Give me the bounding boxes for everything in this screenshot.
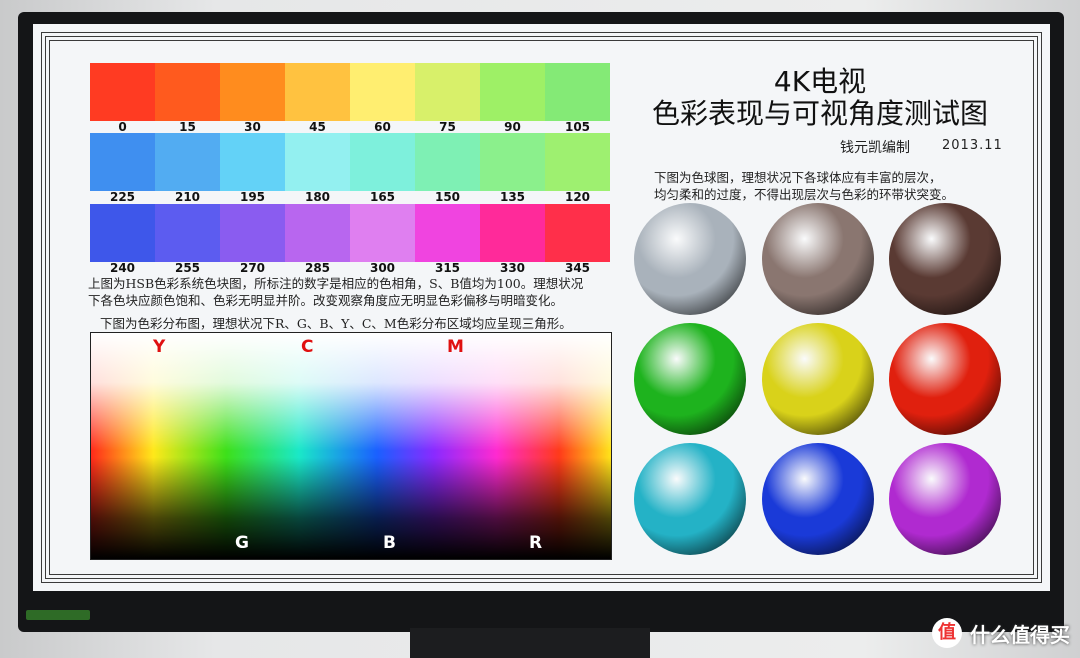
hue-label: 225	[109, 190, 136, 204]
hue-labels-2: 225 210 195 180 165 150 135 120	[90, 190, 610, 204]
date: 2013.11	[942, 138, 1003, 153]
author: 钱元凯编制	[840, 140, 910, 156]
hue-label: 90	[504, 120, 521, 134]
hue-label: 0	[118, 120, 127, 134]
hue-swatch	[350, 63, 415, 121]
sphere-green	[634, 323, 746, 435]
sphere-cyan	[634, 443, 746, 555]
hsb-description-1: 上图为HSB色彩系统色块图，所标注的数字是相应的色相角，S、B值均为100。理想…	[88, 276, 584, 291]
hue-label: 270	[239, 261, 266, 275]
watermark-text: 什么值得买	[970, 622, 1070, 647]
hsb-description-2: 下各色块应颜色饱和、色彩无明显并阶。改变观察角度应无明显色彩偏移与明暗变化。	[88, 293, 564, 308]
hue-label: 345	[564, 261, 591, 275]
hue-label: 255	[174, 261, 201, 275]
hue-swatch	[155, 63, 220, 121]
hue-label: 105	[564, 120, 591, 134]
hue-swatch	[90, 204, 155, 262]
hue-swatch	[480, 204, 545, 262]
hue-swatch	[350, 204, 415, 262]
hue-swatch	[155, 133, 220, 191]
hue-swatch	[415, 204, 480, 262]
hue-row-3	[90, 204, 610, 262]
hue-row-2	[90, 133, 610, 191]
hue-label: 45	[309, 120, 326, 134]
hue-swatch	[350, 133, 415, 191]
hue-label: 180	[304, 190, 331, 204]
hue-swatch	[480, 63, 545, 121]
gamut-label-r: R	[529, 533, 543, 553]
gamut-label-m: M	[447, 337, 464, 357]
sphere-description-1: 下图为色球图，理想状况下各球体应有丰富的层次，	[654, 170, 942, 185]
gamut-label-y: Y	[153, 337, 166, 357]
sphere-brown-dark	[889, 203, 1001, 315]
hue-swatch	[220, 133, 285, 191]
sphere-magenta	[889, 443, 1001, 555]
sphere-brown-light	[762, 203, 874, 315]
title-line-2: 色彩表现与可视角度测试图	[651, 97, 988, 130]
hue-label: 120	[564, 190, 591, 204]
hue-label: 135	[499, 190, 526, 204]
gamut-label-b: B	[383, 533, 396, 553]
hue-row-1	[90, 63, 610, 121]
sphere-blue	[762, 443, 874, 555]
watermark-logo-icon: 值	[932, 618, 962, 648]
sphere-red	[889, 323, 1001, 435]
hue-label: 15	[179, 120, 196, 134]
sphere-gray	[634, 203, 746, 315]
hue-swatch	[155, 204, 220, 262]
hue-label: 330	[499, 261, 526, 275]
hue-label: 300	[369, 261, 396, 275]
hue-swatch	[220, 204, 285, 262]
gamut-label-c: C	[301, 337, 314, 357]
hue-labels-1: 0 15 30 45 60 75 90 105	[90, 120, 610, 134]
hue-swatch	[545, 133, 610, 191]
hue-label: 285	[304, 261, 331, 275]
hue-label: 195	[239, 190, 266, 204]
gamut-label-g: G	[235, 533, 249, 553]
hue-swatch	[285, 204, 350, 262]
hue-swatch	[90, 63, 155, 121]
color-gamut-chart: Y C M G B R	[90, 332, 612, 560]
sphere-yellow	[762, 323, 874, 435]
hue-swatch	[415, 133, 480, 191]
hue-swatch	[480, 133, 545, 191]
hue-swatch	[285, 133, 350, 191]
g-sync-badge	[26, 610, 90, 620]
sphere-description-2: 均匀柔和的过度，不得出现层次与色彩的环带状突变。	[654, 187, 955, 202]
hue-swatch	[545, 204, 610, 262]
hue-label: 150	[434, 190, 461, 204]
gamut-description: 下图为色彩分布图，理想状况下R、G、B、Y、C、M色彩分布区域均应呈现三角形。	[100, 316, 572, 331]
hue-swatch	[220, 63, 285, 121]
monitor-stand	[410, 628, 650, 658]
hue-label: 165	[369, 190, 396, 204]
hue-swatch	[415, 63, 480, 121]
hue-label: 30	[244, 120, 261, 134]
hue-swatch	[545, 63, 610, 121]
hue-swatch	[90, 133, 155, 191]
hue-label: 240	[109, 261, 136, 275]
hue-label: 210	[174, 190, 201, 204]
gamut-black-fade	[91, 333, 611, 559]
hue-labels-3: 240 255 270 285 300 315 330 345	[90, 261, 610, 275]
hue-swatch	[285, 63, 350, 121]
watermark: 值 什么值得买	[932, 618, 1070, 648]
hue-label: 315	[434, 261, 461, 275]
hue-label: 60	[374, 120, 391, 134]
hue-label: 75	[439, 120, 456, 134]
